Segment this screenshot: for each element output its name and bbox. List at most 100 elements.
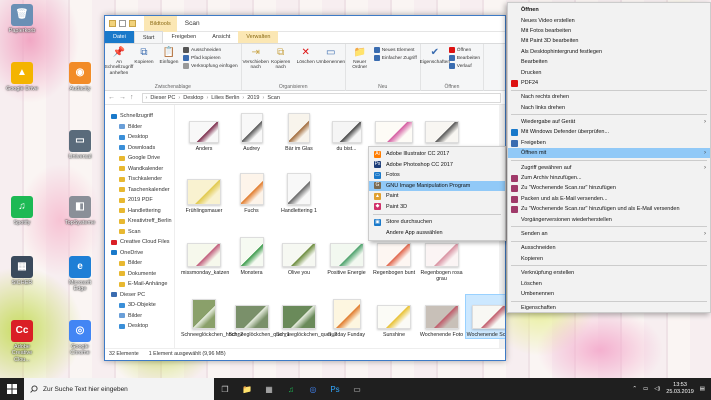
nav-pane-item[interactable]: Bilder [105,122,174,133]
ribbon-button[interactable]: ✔ Eigenschaften [420,46,450,81]
open-with-item[interactable]: ▣ Store durchsuchen [369,217,505,228]
clock[interactable]: 13:53 25.03.2019 [666,382,694,396]
taskbar-app-explorer[interactable]: 📁 [236,378,258,400]
taskbar-app-notes[interactable]: ▭ [346,378,368,400]
context-menu-item[interactable]: Zum Archiv hinzufügen... [508,173,710,183]
context-menu-item[interactable]: Zu "Wochenende Scan.rar" hinzufügen [508,183,710,193]
network-icon[interactable]: ▭ [643,386,648,392]
desktop-icon-topsysteme[interactable]: ◧ TopSysteme [62,196,98,226]
ribbon-small-button[interactable]: Öffnen [448,47,480,53]
nav-pane-item[interactable]: 3D-Objekte [105,300,174,311]
taskbar-app-photoshop[interactable]: Ps [324,378,346,400]
ribbon-button[interactable]: 📁 Neuer Ordner [349,46,371,81]
context-menu-item[interactable]: Freigeben [508,138,710,148]
desktop-icon-papierkorb[interactable]: 🗑 Papierkorb [4,4,40,34]
nav-pane-item[interactable]: Desktop [105,132,174,143]
ribbon-button[interactable]: ⧉ Kopieren nach [270,46,292,81]
breadcrumb-item[interactable]: Desktop [183,95,203,101]
file-item[interactable]: Monstera [229,233,275,276]
context-menu-item[interactable]: Drucken [508,67,710,77]
context-menu-item[interactable]: Nach rechts drehen [508,92,710,102]
nav-pane-item[interactable]: E-Mail-Anhänge [105,279,174,290]
nav-pane-item[interactable]: Handlettering [105,206,174,217]
file-item[interactable]: Schneeglöckchen_hoch_2 [181,295,243,338]
notifications-icon[interactable]: ▤ [700,386,705,392]
context-menu-item[interactable]: Eigenschaften [508,303,710,313]
context-menu-item[interactable]: Mit Paint 3D bearbeiten [508,36,710,46]
context-menu-item[interactable]: Umbenennen [508,289,710,299]
breadcrumb[interactable]: › Dieser PC › Desktop › Lilies Berlin › 2019 › Sc… [141,92,501,103]
desktop-icon-universal[interactable]: ▭ Universal [62,130,98,160]
tab-freigeben[interactable]: Freigeben [163,31,204,43]
forward-arrow-icon[interactable]: → [119,94,126,101]
nav-pane-item[interactable]: Bilder [105,258,174,269]
nav-pane-item[interactable]: Dokumente [105,269,174,280]
nav-pane-item[interactable]: Scan [105,227,174,238]
taskbar-app-taskview[interactable]: ❐ [214,378,236,400]
file-item[interactable]: Positive Energie [324,233,370,276]
desktop-icon-chrome[interactable]: ◎ Google Chrome [62,320,98,357]
file-item[interactable]: du bist... [324,109,370,152]
ribbon-small-button[interactable]: Pfad kopieren [183,55,238,61]
context-menu-item[interactable]: Verknüpfung erstellen [508,268,710,278]
context-menu-item[interactable]: Neues Video erstellen [508,15,710,25]
context-menu-item[interactable]: Wiedergabe auf Gerät › [508,117,710,127]
file-item[interactable]: Handlettering 1 [276,171,322,214]
nav-pane-item[interactable]: Taschenkalender [105,185,174,196]
file-item[interactable]: Schneeglöckchen_quer_2 [276,295,337,338]
nav-pane-item[interactable]: Desktop [105,321,174,332]
ribbon-small-button[interactable]: Ausschneiden [183,47,238,53]
context-menu-item[interactable]: Packen und als E-Mail versenden... [508,194,710,204]
breadcrumb-item[interactable]: Dieser PC [150,95,175,101]
nav-pane-item[interactable]: Wandkalender [105,164,174,175]
nav-pane-item[interactable]: Schnellzugriff [105,111,174,122]
open-with-item[interactable]: ▭ Fotos [369,170,505,181]
context-menu-item[interactable]: Mit Fotos bearbeiten [508,26,710,36]
file-item[interactable]: Sunday Funday [324,295,370,338]
up-arrow-icon[interactable]: ↑ [130,94,134,101]
context-menu-item[interactable]: Mit Windows Defender überprüfen... [508,127,710,137]
ribbon-small-button[interactable]: Bearbeiten [448,55,480,61]
context-menu-item[interactable]: PDF24 [508,78,710,88]
taskbar-search-box[interactable]: Zur Suche Text hier eingeben [24,378,214,400]
new-folder-icon[interactable] [129,20,136,27]
desktop-icon-sicher[interactable]: ▦ SICHER [4,256,40,286]
start-button[interactable] [0,378,24,400]
nav-pane-item[interactable]: Kreativtreff_Berlin [105,216,174,227]
tab-datei[interactable]: Datei [105,31,134,43]
file-item[interactable]: Wochenende Foto [419,295,465,338]
breadcrumb-item[interactable]: Scan [267,95,280,101]
open-with-item[interactable]: Ps Adobe Photoshop CC 2017 [369,160,505,171]
tab-verwalten[interactable]: Verwalten [238,31,279,43]
properties-icon[interactable] [119,20,126,27]
ribbon-button[interactable]: 📌 An Schnellzugriff anheften [105,46,134,81]
open-with-item[interactable]: Andere App auswählen [369,228,505,239]
ribbon-small-button[interactable]: Einfacher Zugriff [373,55,417,61]
file-item[interactable]: Schneeglöckchen_quer_1 [229,295,290,338]
file-item[interactable]: Anders [181,109,227,152]
desktop-icon-acc[interactable]: Cc Adobe Creative Clou... [4,320,40,363]
desktop-icon-audacity[interactable]: ◉ Audacity [62,62,98,92]
nav-pane-item[interactable]: Tischkalender [105,174,174,185]
ribbon-small-button[interactable]: Neues Element [373,47,417,53]
context-menu-item[interactable]: Senden an › [508,229,710,239]
nav-pane-item[interactable]: Dieser PC [105,290,174,301]
ribbon-small-button[interactable]: Verlauf [448,63,480,69]
volume-icon[interactable]: ◁) [654,386,660,392]
file-item[interactable]: Bär im Glas [276,109,322,152]
nav-pane-item[interactable]: 2019 PDF [105,195,174,206]
file-item[interactable]: Wochenende Scan [465,293,505,340]
open-with-item[interactable]: Ai Adobe Illustrator CC 2017 [369,149,505,160]
context-menu-item[interactable]: Öffnen mit › [508,148,710,159]
back-arrow-icon[interactable]: ← [108,94,115,101]
tab-ansicht[interactable]: Ansicht [204,31,238,43]
file-item[interactable]: Frühlingsmauer [181,171,227,214]
context-menu-item[interactable]: Zugriff gewähren auf › [508,162,710,172]
taskbar-app-calculator[interactable]: ▦ [258,378,280,400]
file-item[interactable]: Olive you [276,233,322,276]
context-menu-item[interactable]: Vorgängerversionen wiederherstellen [508,214,710,224]
open-with-item[interactable]: G GNU Image Manipulation Program [369,180,505,191]
nav-pane-item[interactable]: Creative Cloud Files [105,237,174,248]
taskbar-app-spotify[interactable]: ♫ [280,378,302,400]
file-item[interactable]: missmonday_katzen [181,233,229,276]
